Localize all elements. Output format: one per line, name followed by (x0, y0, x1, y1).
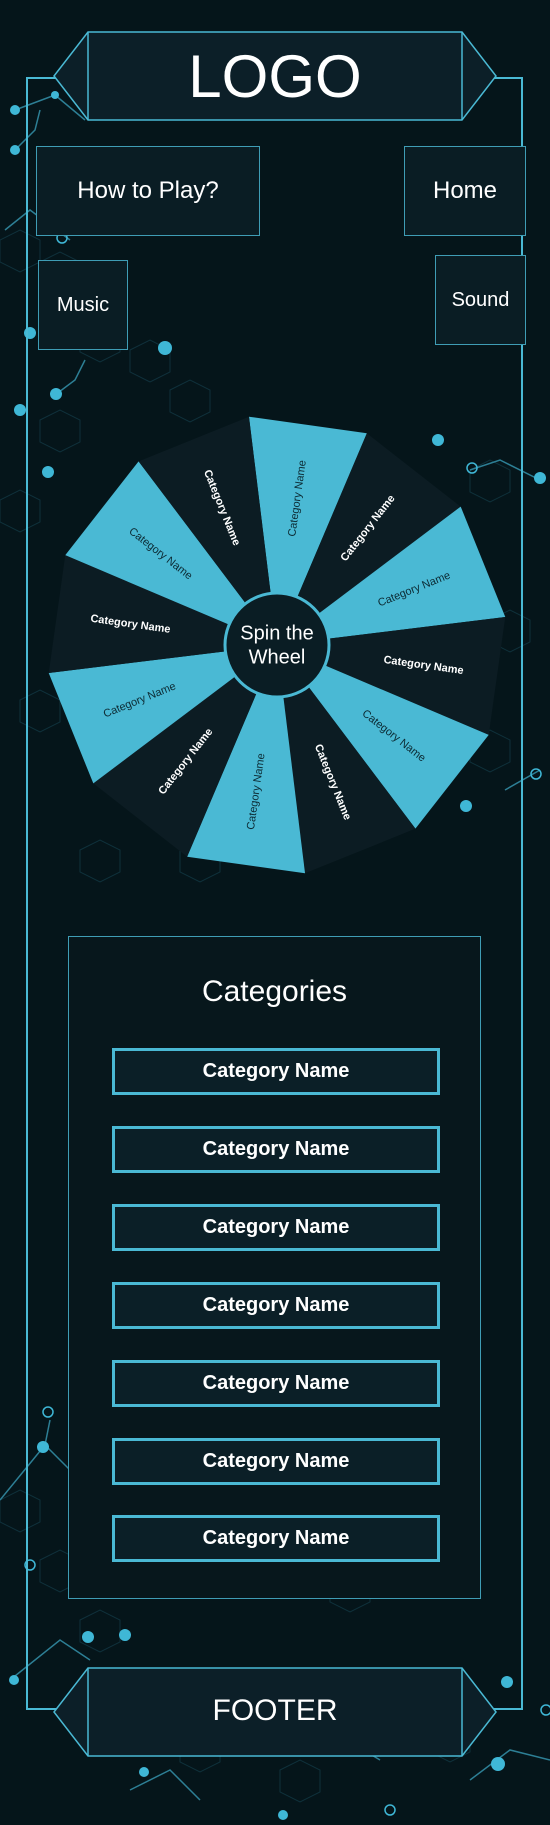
category-button[interactable]: Category Name (112, 1438, 440, 1485)
category-button[interactable]: Category Name (112, 1204, 440, 1251)
category-button[interactable]: Category Name (112, 1360, 440, 1407)
category-label: Category Name (202, 1138, 350, 1160)
category-button[interactable]: Category Name (112, 1515, 440, 1562)
footer-label: FOOTER (212, 1694, 338, 1727)
spin-wheel[interactable]: Category Name Category NameCategory NameC… (0, 0, 550, 900)
category-label: Category Name (202, 1372, 350, 1394)
spin-button-label: Spin the (240, 622, 313, 644)
spin-button[interactable] (223, 591, 331, 699)
category-button[interactable]: Category Name (112, 1126, 440, 1173)
category-button[interactable]: Category Name (112, 1048, 440, 1095)
category-label: Category Name (202, 1060, 350, 1082)
category-label: Category Name (202, 1294, 350, 1316)
category-button[interactable]: Category Name (112, 1282, 440, 1329)
footer-banner: FOOTER (52, 1666, 498, 1758)
category-label: Category Name (202, 1216, 350, 1238)
category-label: Category Name (202, 1450, 350, 1472)
categories-panel: Categories Category Name Category Name C… (68, 936, 481, 1599)
category-label: Category Name (202, 1527, 350, 1549)
categories-title: Categories (201, 975, 348, 1008)
spin-button-label: Wheel (249, 646, 306, 668)
